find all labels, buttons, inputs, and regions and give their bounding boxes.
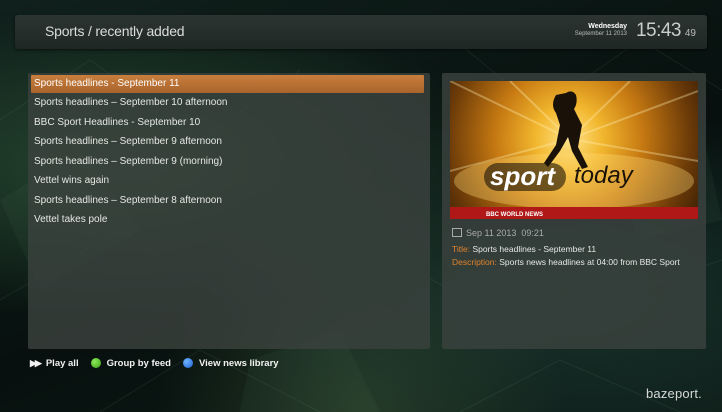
video-thumbnail[interactable]: sport today BBC WORLD NEWS [450,81,698,219]
weekday-label: Wednesday [588,23,627,30]
play-all-button[interactable]: Play all [46,358,79,369]
title-line: Title: Sports headlines - September 11 [452,244,596,254]
list-item-label: BBC Sport Headlines - September 10 [34,117,201,128]
clock-seconds: 49 [684,28,696,39]
date-label: September 11 2013 [574,31,627,37]
description-value: Sports news headlines at 04:00 from BBC … [499,257,680,267]
detail-panel: sport today BBC WORLD NEWS Sep 11 2013 0… [442,73,706,349]
list-item-label: Vettel takes pole [34,214,108,225]
footer-actions: ▶▶ Play all Group by feed View news libr… [30,356,279,370]
page-title: Sports / recently added [45,23,185,39]
title-value: Sports headlines - September 11 [472,244,597,254]
clock-time: 15:43 [635,20,682,41]
list-item-label: Sports headlines – September 9 afternoon [34,136,222,147]
broadcast-date: Sep 11 2013 09:21 [452,228,544,238]
group-by-feed-button[interactable]: Group by feed [107,358,171,369]
calendar-icon [452,228,462,237]
brand-logo: bazeport. [645,386,702,401]
list-item-label: Vettel wins again [34,175,110,186]
list-item-label: Sports headlines – September 8 afternoon [34,195,222,206]
blue-button-icon [183,358,193,368]
thumbnail-brand-sport: sport [490,161,556,191]
list-item[interactable]: Sports headlines – September 10 afternoo… [31,94,424,112]
list-item[interactable]: Sports headlines – September 9 afternoon [31,133,424,151]
list-item-label: Sports headlines - September 11 [34,78,180,89]
channel-logo: BBC WORLD NEWS [486,212,543,218]
top-bar: Sports / recently added Wednesday Septem… [15,15,707,49]
list-item-label: Sports headlines – September 10 afternoo… [34,97,228,108]
green-button-icon [90,358,101,368]
play-all-icon: ▶▶ [30,357,42,368]
news-list-panel: Sports headlines - September 11 Sports h… [28,73,430,349]
date-value: Sep 11 2013 [466,228,517,238]
title-key: Title: [452,244,471,254]
list-item[interactable]: Sports headlines - September 11 [31,75,424,93]
description-line: Description: Sports news headlines at 04… [452,257,680,267]
thumbnail-brand-today: today [574,162,635,189]
view-news-library-button[interactable]: View news library [199,358,279,369]
list-item-label: Sports headlines – September 9 (morning) [34,156,223,167]
description-key: Description: [452,257,497,267]
time-value: 09:21 [521,228,544,238]
thumbnail-art: sport today BBC WORLD NEWS [450,81,698,219]
list-item[interactable]: Sports headlines – September 9 (morning) [31,153,424,171]
list-item[interactable]: Vettel wins again [31,172,424,190]
list-item[interactable]: BBC Sport Headlines - September 10 [31,114,424,132]
list-item[interactable]: Vettel takes pole [31,211,424,229]
list-item[interactable]: Sports headlines – September 8 afternoon [31,192,424,210]
